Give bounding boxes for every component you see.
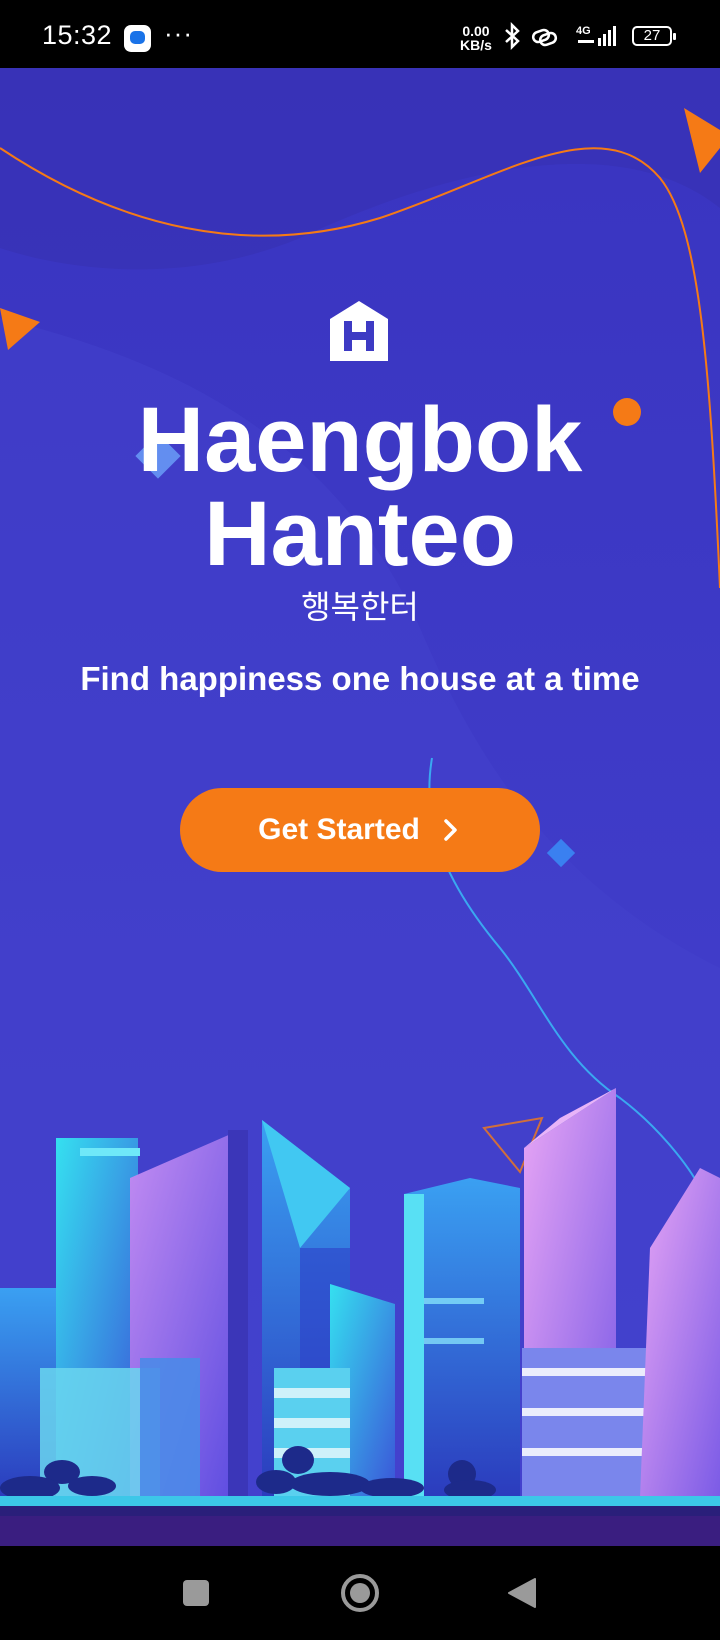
triangle-back-icon xyxy=(508,1578,536,1608)
network-speed-unit: KB/s xyxy=(460,37,492,53)
network-type: 4G xyxy=(576,25,591,37)
link-icon xyxy=(531,28,558,47)
get-started-label: Get Started xyxy=(258,813,420,846)
app-title-korean: 행복한터 xyxy=(301,589,419,625)
tagline: Find happiness one house at a time xyxy=(80,660,640,697)
signal-icon: 4G xyxy=(576,25,616,46)
bluetooth-icon xyxy=(505,22,520,51)
battery-indicator: 27 xyxy=(632,26,676,46)
square-icon xyxy=(183,1580,209,1606)
network-speed: 0.00 KB/s xyxy=(460,24,492,52)
status-bar: 15:32 ··· 0.00 KB/s 4G 27 xyxy=(0,0,720,68)
app-title-line1: Haengbok xyxy=(137,389,583,491)
chevron-right-icon xyxy=(444,819,457,841)
welcome-screen: Haengbok Hanteo 행복한터 Find happiness one … xyxy=(0,68,720,1546)
back-button[interactable] xyxy=(476,1546,566,1640)
status-icons: 4G xyxy=(505,22,616,51)
circle-icon xyxy=(341,1574,379,1612)
network-speed-value: 0.00 xyxy=(462,23,490,39)
status-time: 15:32 xyxy=(42,20,113,50)
app-title-line2: Hanteo xyxy=(204,483,516,585)
home-button[interactable] xyxy=(315,1546,405,1640)
get-started-button[interactable]: Get Started xyxy=(180,788,540,872)
more-notifications-icon: ··· xyxy=(164,18,193,48)
recents-button[interactable] xyxy=(151,1546,241,1640)
messages-icon xyxy=(124,25,151,52)
system-nav-bar xyxy=(0,1546,720,1640)
house-logo-icon xyxy=(330,301,388,361)
